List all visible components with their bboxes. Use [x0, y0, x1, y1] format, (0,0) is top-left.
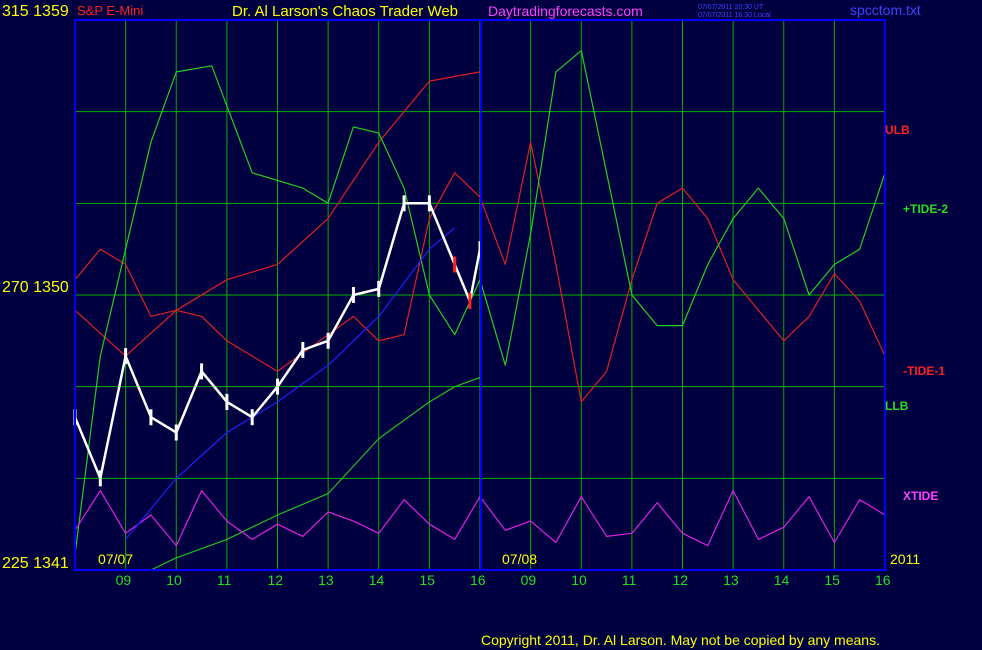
left-axis-top-label: 315 1359 — [2, 3, 69, 20]
hour-tick-label: 13 — [318, 572, 334, 588]
file-label: spcctom.txt — [850, 2, 921, 18]
hour-tick-label: 12 — [267, 572, 284, 588]
left-axis-bottom-label: 225 1341 — [2, 555, 69, 572]
hour-tick-label: 12 — [672, 572, 689, 588]
hour-tick-label: 14 — [773, 572, 790, 588]
legend-tide1: -TIDE-1 — [903, 364, 945, 378]
hour-tick-label: 10 — [571, 572, 587, 588]
hour-tick-label: 15 — [824, 572, 840, 588]
hour-tick-label: 13 — [723, 572, 739, 588]
hour-tick-label: 09 — [520, 572, 537, 588]
hour-tick-label: 15 — [419, 572, 435, 588]
series-line-average — [125, 227, 456, 540]
copyright-text: Copyright 2011, Dr. Al Larson. May not b… — [481, 632, 880, 648]
hour-tick-label: 11 — [216, 572, 232, 588]
year-label: 2011 — [890, 551, 921, 567]
date-mid-label: 07/08 — [502, 551, 538, 567]
legend-llb: LLB — [885, 399, 909, 413]
stamp-local: 07/07/2011 16:30 Local — [698, 12, 771, 19]
legend-ulb: ULB — [885, 123, 910, 137]
hour-tick-label: 14 — [368, 572, 385, 588]
legend-xtide: XTIDE — [903, 489, 939, 503]
stamp-ut: 07/07/2011 20:30 UT — [698, 4, 764, 11]
hour-tick-label: 16 — [875, 572, 891, 588]
series-line-llb — [150, 376, 481, 571]
chart-svg — [73, 19, 886, 571]
legend-tide2: +TIDE-2 — [903, 202, 949, 216]
site-label: Daytradingforecasts.com — [488, 3, 643, 19]
hour-tick-label: 11 — [621, 572, 637, 588]
hour-tick-label: 16 — [470, 572, 486, 588]
hour-tick-label: 09 — [115, 572, 132, 588]
date-start-label: 07/07 — [98, 551, 134, 567]
hour-tick-label: 10 — [166, 572, 182, 588]
symbol-label: S&P E-Mini — [77, 3, 144, 18]
title-label: Dr. Al Larson's Chaos Trader Web — [232, 3, 459, 20]
left-axis-mid-label: 270 1350 — [2, 279, 69, 296]
